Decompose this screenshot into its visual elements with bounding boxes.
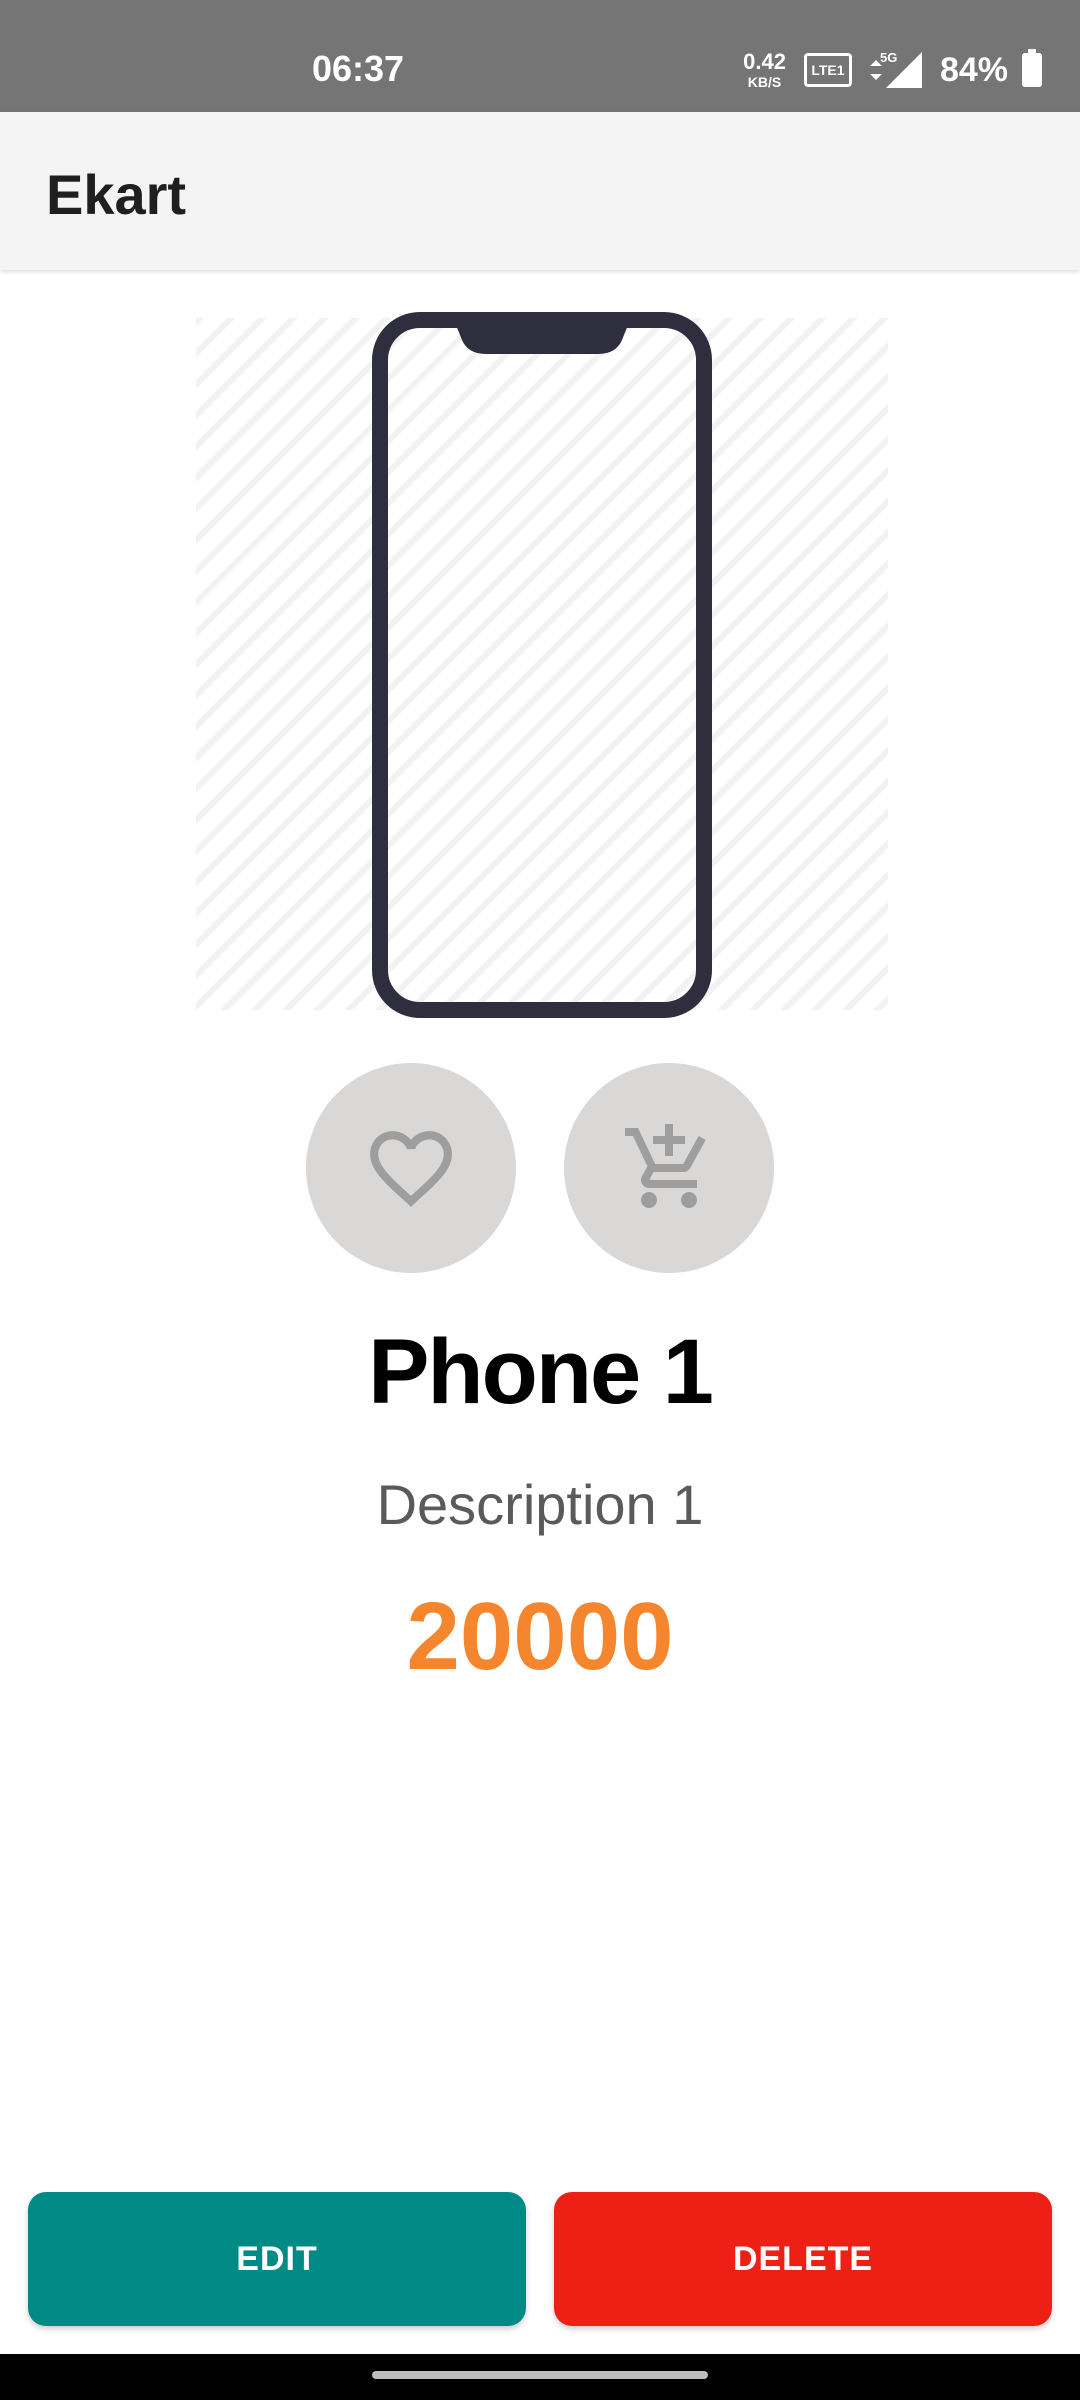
home-gesture-handle[interactable]	[372, 2371, 708, 2379]
edit-button[interactable]: EDIT	[28, 2192, 526, 2326]
status-time: 06:37	[312, 48, 405, 89]
status-icons: 0.42 KB/S LTE1 5G 84%	[743, 46, 1042, 94]
navigation-bar	[0, 2354, 1080, 2400]
product-description: Description 1	[376, 1473, 704, 1536]
phone-outline-icon	[372, 312, 712, 1018]
product-name: Phone 1	[368, 1321, 714, 1423]
network-type-label: 5G	[880, 50, 897, 65]
add-to-cart-button[interactable]	[564, 1063, 774, 1273]
battery-icon	[1022, 49, 1042, 87]
heart-outline-icon	[370, 1131, 452, 1207]
app-bar: Ekart	[0, 112, 1080, 270]
product-image	[196, 312, 888, 1018]
delete-button[interactable]: DELETE	[554, 2192, 1052, 2326]
status-bar: 06:37 0.42 KB/S LTE1 5G 84%	[0, 0, 1080, 112]
favorite-button[interactable]	[306, 1063, 516, 1273]
network-speed-unit: KB/S	[747, 74, 782, 90]
network-speed-value: 0.42	[743, 49, 786, 74]
battery-percentage: 84%	[939, 50, 1008, 89]
app-title: Ekart	[46, 163, 187, 226]
signal-5g-icon: 5G	[866, 50, 926, 90]
network-speed: 0.42 KB/S	[743, 49, 786, 90]
volte-icon: LTE1	[803, 53, 852, 87]
add-shopping-cart-icon	[625, 1124, 706, 1208]
product-price: 20000	[406, 1583, 674, 1690]
